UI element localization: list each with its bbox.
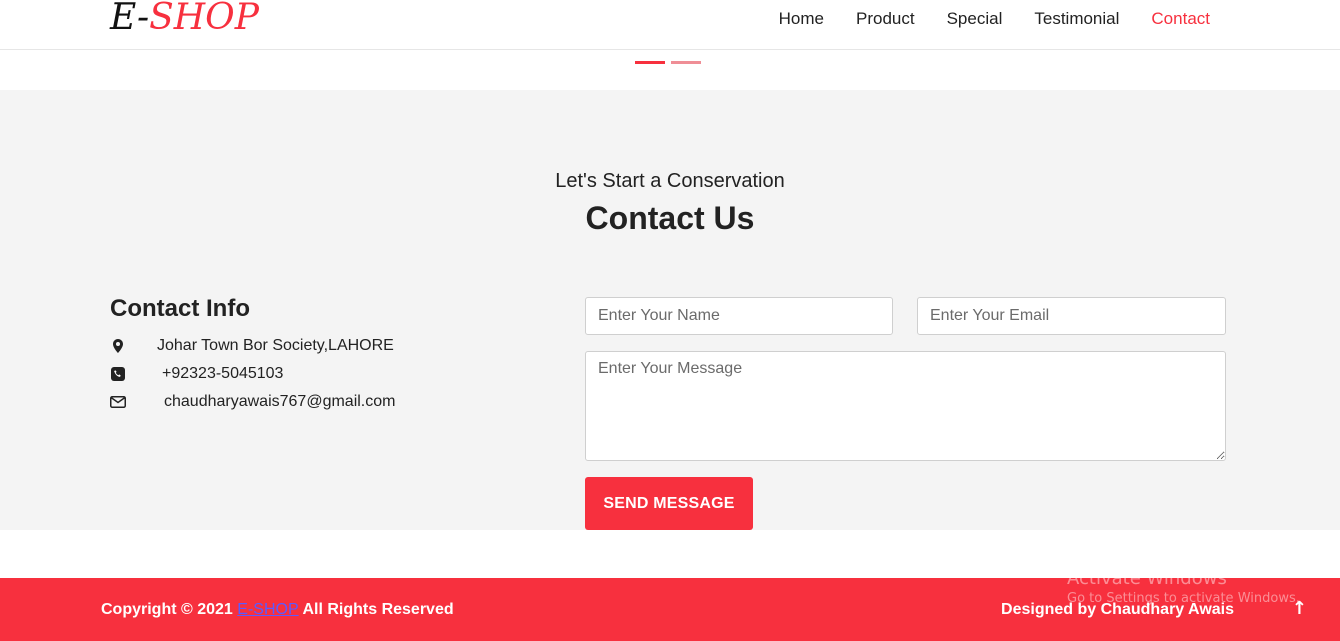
email-text: chaudharyawais767@gmail.com <box>164 393 396 410</box>
logo-accent: SHOP <box>149 0 259 38</box>
send-message-button[interactable]: SEND MESSAGE <box>585 477 753 530</box>
footer-brand-link[interactable]: E-SHOP <box>237 601 298 618</box>
message-textarea[interactable] <box>585 351 1226 461</box>
main-nav: Home Product Special Testimonial Contact <box>747 9 1210 29</box>
nav-home[interactable]: Home <box>779 9 824 29</box>
section-pretitle: Let's Start a Conservation <box>555 170 785 192</box>
address-row: Johar Town Bor Society,LAHORE <box>110 337 394 354</box>
nav-product[interactable]: Product <box>856 9 915 29</box>
carousel-indicators <box>635 61 707 64</box>
contact-section: Let's Start a Conservation Contact Us Co… <box>0 90 1340 530</box>
phone-square-icon <box>110 366 126 382</box>
name-input[interactable] <box>585 297 893 335</box>
carousel-dot[interactable] <box>671 61 701 64</box>
copyright-suffix: All Rights Reserved <box>298 601 454 618</box>
copyright-prefix: Copyright © 2021 <box>101 601 238 618</box>
email-row: chaudharyawais767@gmail.com <box>110 393 395 410</box>
section-title: Contact Us <box>585 200 755 236</box>
logo-prefix: E- <box>110 0 150 38</box>
envelope-icon <box>110 394 126 410</box>
copyright: Copyright © 2021 E-SHOP All Rights Reser… <box>101 601 454 619</box>
carousel-dot-active[interactable] <box>635 61 665 64</box>
windows-activation-watermark: Activate Windows Go to Settings to activ… <box>1067 568 1300 606</box>
address-text: Johar Town Bor Society,LAHORE <box>157 337 394 354</box>
watermark-line1: Activate Windows <box>1067 568 1227 589</box>
logo[interactable]: E-SHOP <box>110 0 259 40</box>
map-marker-icon <box>110 338 126 354</box>
site-header: E-SHOP Home Product Special Testimonial … <box>0 0 1340 50</box>
contact-info-heading: Contact Info <box>110 295 250 322</box>
watermark-line2: Go to Settings to activate Windows. <box>1067 591 1300 606</box>
nav-special[interactable]: Special <box>947 9 1003 29</box>
email-input[interactable] <box>917 297 1226 335</box>
phone-text: +92323-5045103 <box>162 365 284 382</box>
phone-row: +92323-5045103 <box>110 365 283 382</box>
nav-contact[interactable]: Contact <box>1151 9 1210 29</box>
nav-testimonial[interactable]: Testimonial <box>1034 9 1119 29</box>
